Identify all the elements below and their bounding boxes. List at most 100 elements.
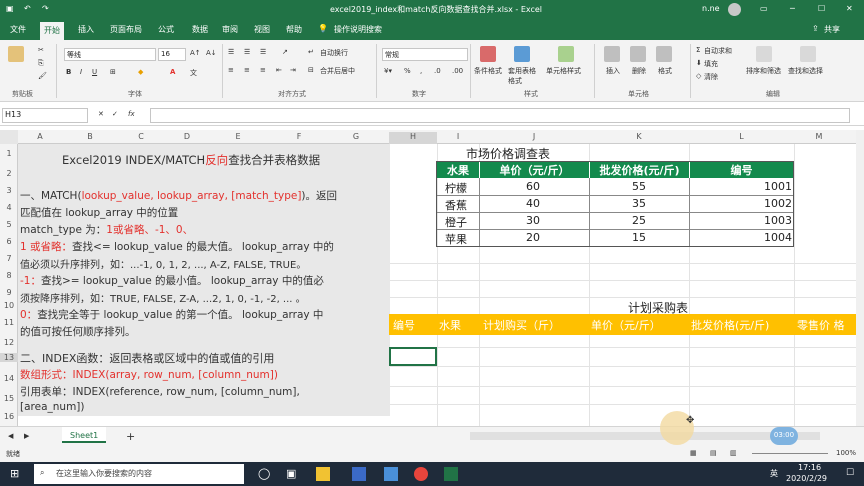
avatar[interactable] — [728, 3, 741, 16]
italic-icon[interactable]: I — [80, 68, 82, 76]
find-select-button[interactable]: 查找和选择 — [788, 66, 823, 76]
number-format-select[interactable]: 常规 — [382, 48, 468, 61]
redo-icon[interactable]: ↷ — [42, 4, 49, 13]
copy-icon[interactable]: ⎘ — [38, 59, 44, 68]
tab-formulas[interactable]: 公式 — [158, 24, 174, 35]
normal-view-icon[interactable]: ▦ — [690, 449, 697, 457]
task-view-icon[interactable]: ◯ — [258, 467, 270, 480]
tab-page-layout[interactable]: 页面布局 — [110, 24, 142, 35]
sort-filter-icon[interactable] — [756, 46, 772, 62]
language-indicator[interactable]: 英 — [770, 468, 778, 479]
tab-view[interactable]: 视图 — [254, 24, 270, 35]
tab-review[interactable]: 审阅 — [222, 24, 238, 35]
font-color-icon[interactable]: A — [170, 68, 175, 76]
column-header[interactable]: L — [689, 132, 794, 141]
row-header[interactable]: 3 — [0, 186, 18, 195]
page-layout-icon[interactable]: ▤ — [710, 449, 717, 457]
conditional-format-button[interactable]: 条件格式 — [474, 66, 502, 76]
delete-cells-icon[interactable] — [630, 46, 646, 62]
bold-icon[interactable]: B — [66, 68, 71, 76]
notifications-icon[interactable]: ☐ — [846, 468, 854, 478]
next-sheet-icon[interactable]: ▶ — [24, 432, 29, 440]
align-left-icon[interactable]: ≡ — [228, 66, 234, 74]
table-cell[interactable]: 30 — [526, 214, 540, 227]
cut-icon[interactable]: ✂ — [38, 46, 44, 54]
share-icon[interactable]: ⇪ — [812, 24, 819, 33]
insert-button[interactable]: 插入 — [606, 66, 620, 76]
column-header[interactable]: G — [332, 132, 380, 141]
search-placeholder[interactable]: 在这里输入你要搜索的内容 — [56, 468, 152, 479]
horizontal-scrollbar[interactable] — [470, 432, 820, 440]
formula-input[interactable] — [150, 108, 850, 123]
merge-icon[interactable]: ⊟ — [308, 66, 314, 74]
column-header[interactable]: A — [18, 132, 62, 141]
sheet-tab-sheet1[interactable]: Sheet1 — [62, 427, 107, 443]
table-cell[interactable]: 苹果 — [445, 231, 467, 247]
paste-icon[interactable] — [8, 46, 24, 62]
increase-font-icon[interactable]: A↑ — [190, 49, 201, 57]
tab-data[interactable]: 数据 — [192, 24, 208, 35]
column-header[interactable]: B — [62, 132, 118, 141]
ribbon-display-icon[interactable]: ▭ — [760, 4, 768, 13]
table-format-icon[interactable] — [514, 46, 530, 62]
row-header[interactable]: 2 — [0, 169, 18, 178]
row-header[interactable]: 8 — [0, 271, 18, 280]
row-header[interactable]: 16 — [0, 412, 18, 421]
phonetic-icon[interactable]: 文 — [190, 68, 197, 78]
sort-filter-button[interactable]: 排序和筛选 — [746, 66, 781, 76]
excel-icon[interactable] — [444, 467, 458, 481]
column-header[interactable]: E — [210, 132, 266, 141]
row-header[interactable]: 9 — [0, 288, 18, 297]
row-header[interactable]: 11 — [0, 318, 18, 327]
autosum-icon[interactable]: Σ — [696, 46, 700, 54]
row-header[interactable]: 14 — [0, 374, 18, 383]
share-button[interactable]: 共享 — [824, 24, 840, 35]
user-name[interactable]: n.ne — [702, 4, 720, 13]
row-header[interactable]: 10 — [0, 301, 18, 310]
clock-time[interactable]: 17:16 — [798, 463, 821, 472]
tab-help[interactable]: 帮助 — [286, 24, 302, 35]
delete-button[interactable]: 删除 — [632, 66, 646, 76]
table-cell[interactable]: 55 — [632, 180, 646, 193]
find-select-icon[interactable] — [800, 46, 816, 62]
maximize-icon[interactable]: ☐ — [818, 4, 825, 13]
file-explorer-icon[interactable] — [316, 467, 330, 481]
fx-button[interactable]: fx — [128, 110, 135, 118]
table-cell[interactable]: 香蕉 — [445, 197, 467, 213]
decrease-decimal-icon[interactable]: .00 — [452, 67, 463, 75]
autosum-button[interactable]: 自动求和 — [704, 46, 732, 56]
comma-icon[interactable]: , — [420, 67, 422, 75]
fill-icon[interactable]: ⬇ — [696, 59, 702, 67]
align-bottom-icon[interactable]: ☰ — [260, 48, 266, 56]
align-middle-icon[interactable]: ☰ — [244, 48, 250, 56]
cancel-icon[interactable]: ✕ — [98, 110, 104, 118]
table-cell[interactable]: 1002 — [764, 197, 792, 210]
column-header[interactable]: C — [118, 132, 164, 141]
table-cell[interactable]: 60 — [526, 180, 540, 193]
table-cell[interactable]: 20 — [526, 231, 540, 244]
apps-icon[interactable]: ▣ — [286, 467, 296, 480]
row-header[interactable]: 12 — [0, 338, 18, 347]
table-cell[interactable]: 35 — [632, 197, 646, 210]
column-header[interactable]: K — [589, 132, 689, 141]
enter-icon[interactable]: ✓ — [112, 110, 118, 118]
minimize-icon[interactable]: ─ — [790, 4, 795, 13]
clear-icon[interactable]: ◇ — [696, 72, 701, 80]
save-icon[interactable]: ▣ — [6, 4, 14, 13]
vertical-scrollbar[interactable] — [856, 130, 864, 426]
windows-start-icon[interactable]: ⊞ — [10, 467, 19, 480]
format-cells-icon[interactable] — [656, 46, 672, 62]
app-icon[interactable] — [352, 467, 366, 481]
fill-color-icon[interactable]: ◆ — [138, 68, 143, 76]
add-sheet-button[interactable]: + — [126, 430, 135, 443]
tab-insert[interactable]: 插入 — [78, 24, 94, 35]
font-size-select[interactable]: 16 — [158, 48, 186, 61]
column-header[interactable]: I — [437, 132, 479, 141]
indent-decrease-icon[interactable]: ⇤ — [276, 66, 282, 74]
clear-button[interactable]: 清除 — [704, 72, 718, 82]
cell-style-icon[interactable] — [558, 46, 574, 62]
table-cell[interactable]: 40 — [526, 197, 540, 210]
wrap-text-icon[interactable]: ↵ — [308, 48, 314, 56]
tell-me-search[interactable]: 操作说明搜索 — [334, 24, 382, 35]
fill-button[interactable]: 填充 — [704, 59, 718, 69]
